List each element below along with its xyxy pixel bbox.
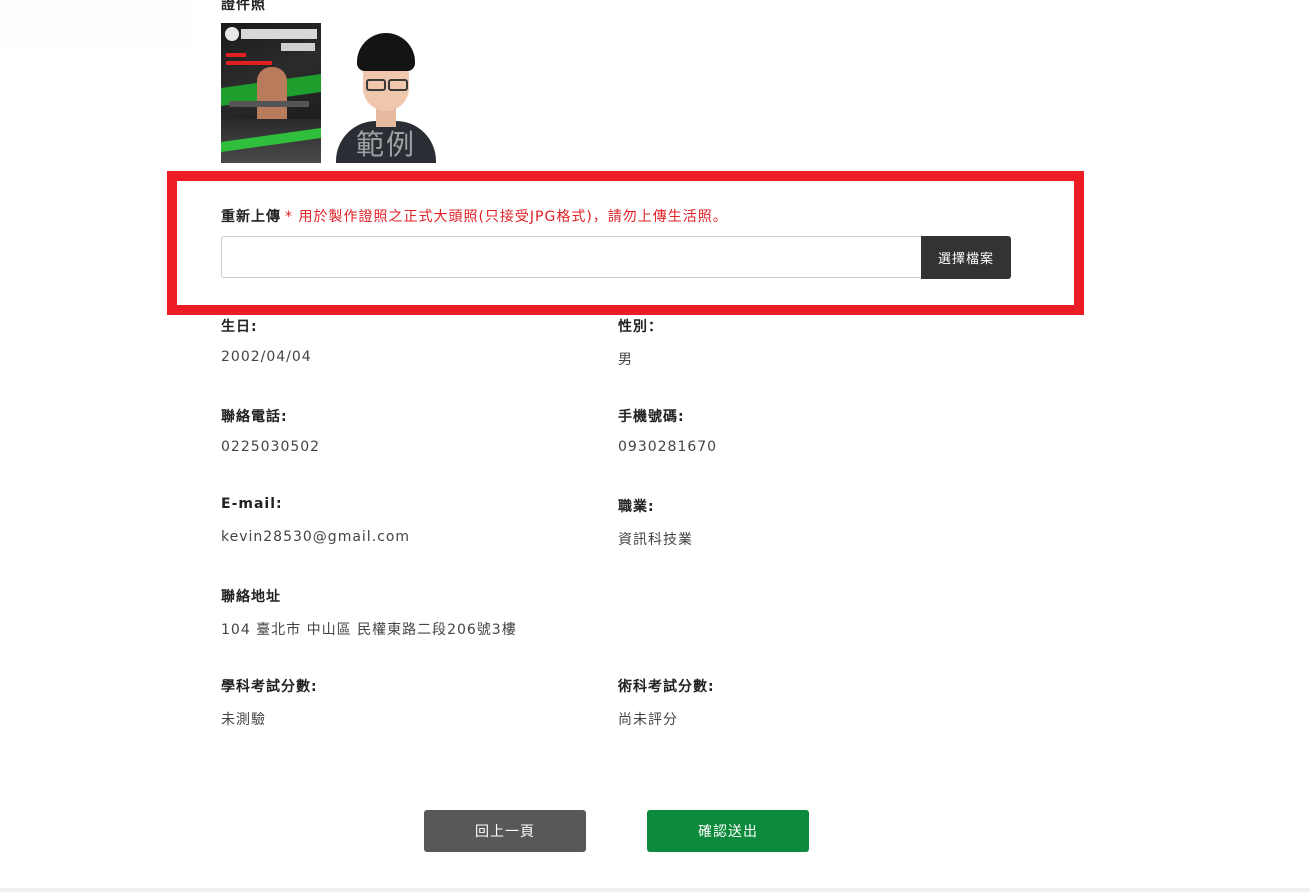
- practical-score-value: 尚未評分: [618, 712, 678, 728]
- upload-hint-text: * 用於製作證照之正式大頭照(只接受JPG格式)，請勿上傳生活照。: [285, 209, 728, 225]
- poster-barbell: [229, 101, 309, 107]
- sample-hair: [357, 33, 415, 71]
- poster-red-line: [226, 53, 246, 57]
- poster-title-graphic: [241, 29, 317, 39]
- mobile-label: 手機號碼:: [618, 409, 685, 425]
- page: 證件照 範例 重新上傳 * 用於製作證照之正式大頭照(只接受JPG格式)，請勿上傳…: [0, 0, 1310, 892]
- address-value: 104 臺北市 中山區 民權東路二段206號3樓: [221, 622, 517, 638]
- birthday-label: 生日:: [221, 319, 258, 335]
- occupation-label: 職業:: [618, 499, 655, 515]
- sample-glasses: [366, 79, 386, 91]
- uploaded-photo-thumbnail: [221, 23, 321, 163]
- birthday-value: 2002/04/04: [221, 349, 312, 365]
- address-label: 聯絡地址: [221, 589, 281, 605]
- poster-logo-icon: [225, 27, 239, 41]
- choose-file-button[interactable]: 選擇檔案: [921, 236, 1011, 279]
- mobile-value: 0930281670: [618, 439, 718, 455]
- gender-label: 性別：: [618, 319, 663, 335]
- reupload-label: 重新上傳 * 用於製作證照之正式大頭照(只接受JPG格式)，請勿上傳生活照。: [221, 206, 728, 226]
- gender-value: 男: [618, 352, 633, 368]
- back-button[interactable]: 回上一頁: [424, 810, 586, 852]
- sample-photo: 範例: [336, 23, 436, 163]
- bottom-divider: [0, 888, 1310, 892]
- poster-subtitle-graphic: [281, 43, 315, 51]
- file-path-input[interactable]: [221, 236, 921, 278]
- reupload-label-text: 重新上傳: [221, 209, 281, 225]
- email-label: E-mail:: [221, 496, 283, 512]
- poster-red-line: [226, 61, 272, 65]
- email-value: kevin28530@gmail.com: [221, 529, 411, 545]
- phone-label: 聯絡電話:: [221, 409, 288, 425]
- sample-glasses: [388, 79, 408, 91]
- id-photo-label: 證件照: [221, 0, 266, 13]
- poster-athlete-figure: [257, 67, 287, 127]
- practical-score-label: 術科考試分數:: [618, 679, 715, 695]
- occupation-value: 資訊科技業: [618, 532, 693, 548]
- submit-button[interactable]: 確認送出: [647, 810, 809, 852]
- sample-watermark: 範例: [355, 128, 416, 161]
- phone-value: 0225030502: [221, 439, 321, 455]
- written-score-label: 學科考試分數:: [221, 679, 318, 695]
- written-score-value: 未測驗: [221, 712, 266, 728]
- side-panel-edge: [0, 0, 190, 48]
